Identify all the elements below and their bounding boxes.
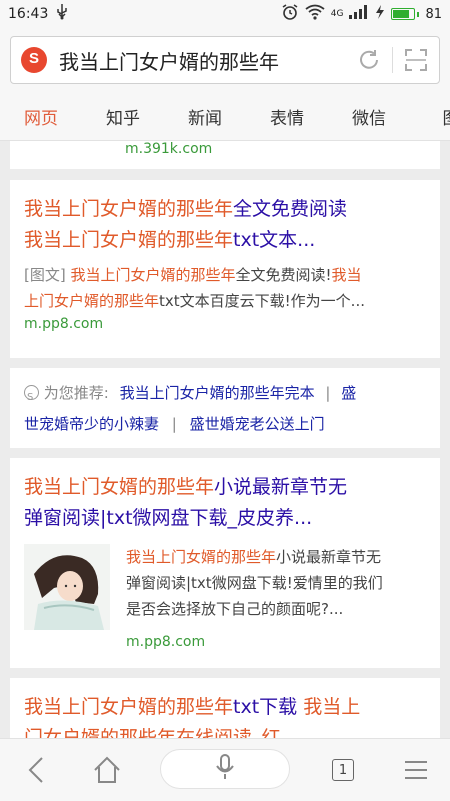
tab-images[interactable]: 图 [410, 104, 450, 129]
voice-search-button[interactable] [160, 749, 290, 789]
result-title[interactable]: 我当上门女婿的那些年小说最新章节无 弹窗阅读|txt微网盘下载_皮皮养... [24, 472, 426, 534]
home-button[interactable] [87, 751, 127, 789]
result-title[interactable]: 我当上门女户婿的那些年txt下载 我当上 门女户婿的那些年在线阅读_红... [24, 692, 426, 738]
charging-icon [375, 5, 385, 23]
tab-news[interactable]: 新闻 [164, 104, 246, 129]
recommend-icon: S [24, 385, 39, 403]
tab-zhihu[interactable]: 知乎 [82, 104, 164, 129]
alarm-icon [281, 3, 299, 25]
result-url[interactable]: m.pp8.com [24, 316, 426, 332]
recommend-link-prefix[interactable]: 盛 [341, 384, 356, 402]
search-box[interactable]: 我当上门女户婿的那些年 [10, 36, 440, 84]
result-thumbnail[interactable] [24, 544, 110, 630]
back-button[interactable] [16, 753, 56, 787]
result-snippet: [图文] 我当上门女户婿的那些年全文免费阅读!我当 上门女户婿的那些年txt文本… [24, 266, 365, 310]
wifi-icon [305, 4, 325, 24]
tab-count: 1 [332, 759, 354, 781]
category-tabs: 网页 知乎 新闻 表情 微信 图 [0, 92, 450, 141]
status-bar: 16:43 4G 81 [0, 0, 450, 28]
scan-icon[interactable] [399, 43, 433, 77]
sogou-logo-icon [21, 47, 47, 73]
search-result[interactable]: 我当上门女婿的那些年小说最新章节无 弹窗阅读|txt微网盘下载_皮皮养... 我… [10, 458, 440, 668]
tab-wechat[interactable]: 微信 [328, 104, 410, 129]
signal-icon [349, 5, 369, 23]
tabs-button[interactable]: 1 [323, 753, 363, 787]
recommend-label: 为您推荐: [43, 384, 109, 402]
tab-web[interactable]: 网页 [0, 104, 82, 129]
battery-icon [391, 8, 420, 20]
status-time: 16:43 [8, 6, 49, 22]
result-url[interactable]: m.pp8.com [126, 634, 426, 650]
bottom-nav: 1 [0, 738, 450, 801]
search-header: 我当上门女户婿的那些年 [0, 28, 450, 92]
search-divider [392, 47, 393, 73]
menu-icon[interactable] [396, 753, 436, 787]
result-url[interactable]: m.391k.com [125, 141, 212, 157]
result-snippet: 我当上门女婿的那些年小说最新章节无 弹窗阅读|txt微网盘下载!爱情里的我们 是… [126, 548, 383, 618]
recommend-box: S 为您推荐: 我当上门女户婿的那些年完本 | 盛 世宠婚帝少的小辣妻 | 盛世… [10, 368, 440, 448]
search-result-partial[interactable]: m.391k.com [10, 141, 440, 169]
search-input[interactable]: 我当上门女户婿的那些年 [59, 46, 352, 75]
usb-icon [56, 4, 68, 24]
search-result[interactable]: 我当上门女户婿的那些年全文免费阅读 我当上门女户婿的那些年txt文本... [图… [10, 180, 440, 358]
signal-4g-label: 4G [330, 9, 344, 19]
battery-percent: 81 [425, 6, 442, 22]
tab-emoji[interactable]: 表情 [246, 104, 328, 129]
recommend-link[interactable]: 盛世婚宠老公送上门 [190, 415, 325, 433]
microphone-icon [215, 753, 235, 785]
recommend-link[interactable]: 我当上门女户婿的那些年完本 [120, 384, 315, 402]
result-title[interactable]: 我当上门女户婿的那些年全文免费阅读 我当上门女户婿的那些年txt文本... [24, 194, 426, 256]
recommend-link[interactable]: 世宠婚帝少的小辣妻 [24, 415, 159, 433]
refresh-icon[interactable] [352, 43, 386, 77]
search-result[interactable]: 我当上门女户婿的那些年txt下载 我当上 门女户婿的那些年在线阅读_红... [10, 678, 440, 738]
